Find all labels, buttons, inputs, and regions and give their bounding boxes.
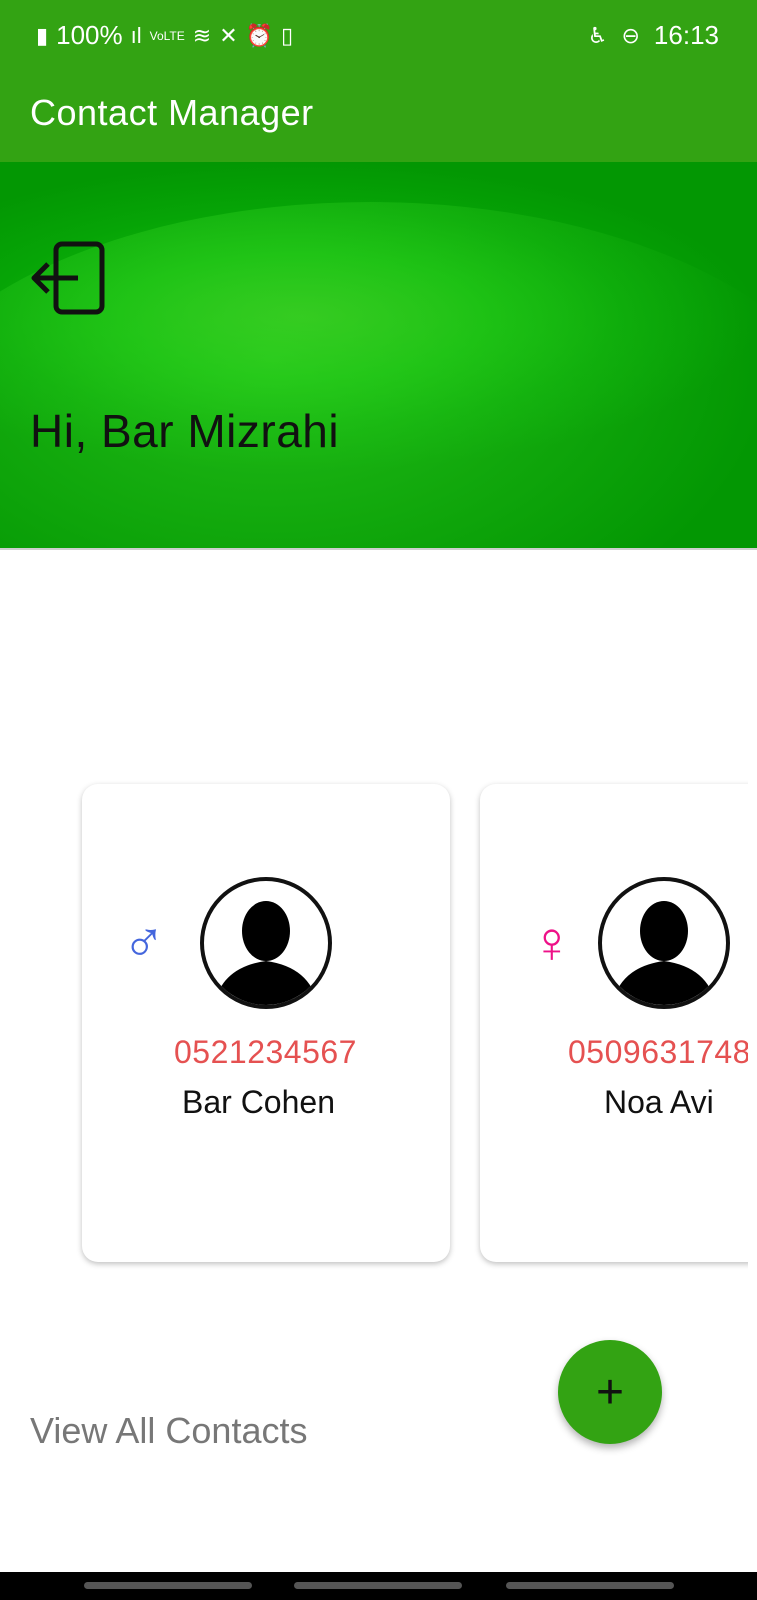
add-contact-button[interactable]: +: [558, 1340, 662, 1444]
system-nav-bar: [0, 1572, 757, 1600]
contact-name: Noa Avi: [604, 1084, 714, 1120]
contact-phone: 0509631748: [568, 1034, 748, 1070]
nav-recents-handle[interactable]: [84, 1582, 252, 1589]
nav-back-handle[interactable]: [506, 1582, 674, 1589]
avatar: [598, 877, 730, 1009]
male-icon: ♂: [122, 910, 166, 975]
view-all-contacts-link[interactable]: View All Contacts: [30, 1410, 307, 1452]
contact-card[interactable]: ♀ 0509631748 Noa Avi: [480, 784, 748, 1262]
plus-icon: +: [595, 1365, 625, 1419]
person-silhouette-icon: [214, 901, 318, 1005]
contact-name: Bar Cohen: [182, 1084, 335, 1120]
nav-home-handle[interactable]: [294, 1582, 462, 1589]
person-silhouette-icon: [612, 901, 716, 1005]
contact-phone: 0521234567: [174, 1034, 357, 1070]
contact-card[interactable]: ♂ 0521234567 Bar Cohen: [82, 784, 450, 1262]
avatar: [200, 877, 332, 1009]
female-icon: ♀: [530, 910, 574, 975]
